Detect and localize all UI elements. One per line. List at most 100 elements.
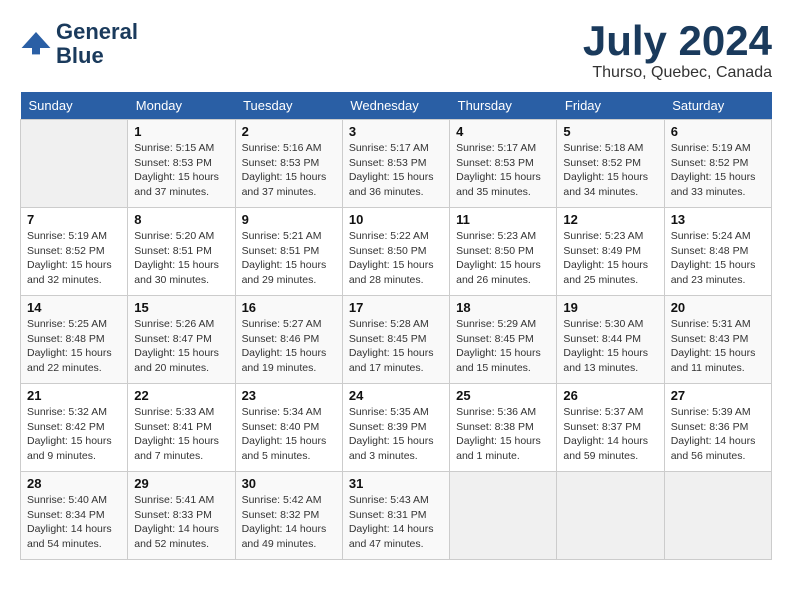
- calendar-cell: 27 Sunrise: 5:39 AM Sunset: 8:36 PM Dayli…: [664, 384, 771, 472]
- day-number: 20: [671, 300, 765, 315]
- calendar-cell: 19Sunrise: 5:30 AM Sunset: 8:44 PM Dayli…: [557, 296, 664, 384]
- logo-icon: [20, 28, 52, 60]
- day-info: Sunrise: 5:25 AM Sunset: 8:48 PM Dayligh…: [27, 317, 121, 376]
- calendar-cell: 22 Sunrise: 5:33 AM Sunset: 8:41 PM Dayli…: [128, 384, 235, 472]
- day-number: 4: [456, 124, 550, 139]
- day-info: Sunrise: 5:17 AM Sunset: 8:53 PM Dayligh…: [349, 141, 443, 200]
- day-number: 24: [349, 388, 443, 403]
- calendar-cell: 7 Sunrise: 5:19 AM Sunset: 8:52 PM Daylig…: [21, 208, 128, 296]
- title-block: July 2024 Thurso, Quebec, Canada: [583, 20, 772, 82]
- day-info: Sunrise: 5:36 AM Sunset: 8:38 PM Dayligh…: [456, 405, 550, 464]
- column-header-sunday: Sunday: [21, 92, 128, 120]
- day-number: 1: [134, 124, 228, 139]
- day-number: 27: [671, 388, 765, 403]
- column-header-thursday: Thursday: [450, 92, 557, 120]
- day-number: 16: [242, 300, 336, 315]
- column-header-saturday: Saturday: [664, 92, 771, 120]
- logo-text: General Blue: [56, 20, 138, 68]
- calendar-cell: 24 Sunrise: 5:35 AM Sunset: 8:39 PM Dayli…: [342, 384, 449, 472]
- day-number: 17: [349, 300, 443, 315]
- day-number: 5: [563, 124, 657, 139]
- day-number: 6: [671, 124, 765, 139]
- day-info: Sunrise: 5:33 AM Sunset: 8:41 PM Dayligh…: [134, 405, 228, 464]
- day-info: Sunrise: 5:28 AM Sunset: 8:45 PM Dayligh…: [349, 317, 443, 376]
- day-number: 29: [134, 476, 228, 491]
- calendar-cell: 17 Sunrise: 5:28 AM Sunset: 8:45 PM Dayli…: [342, 296, 449, 384]
- location: Thurso, Quebec, Canada: [583, 64, 772, 82]
- calendar-cell: 29 Sunrise: 5:41 AM Sunset: 8:33 PM Dayli…: [128, 472, 235, 560]
- day-number: 22: [134, 388, 228, 403]
- day-info: Sunrise: 5:15 AM Sunset: 8:53 PM Dayligh…: [134, 141, 228, 200]
- day-info: Sunrise: 5:37 AM Sunset: 8:37 PM Dayligh…: [563, 405, 657, 464]
- day-number: 28: [27, 476, 121, 491]
- calendar-cell: 12Sunrise: 5:23 AM Sunset: 8:49 PM Dayli…: [557, 208, 664, 296]
- day-info: Sunrise: 5:29 AM Sunset: 8:45 PM Dayligh…: [456, 317, 550, 376]
- day-number: 15: [134, 300, 228, 315]
- day-info: Sunrise: 5:39 AM Sunset: 8:36 PM Dayligh…: [671, 405, 765, 464]
- day-info: Sunrise: 5:18 AM Sunset: 8:52 PM Dayligh…: [563, 141, 657, 200]
- calendar-cell: 20 Sunrise: 5:31 AM Sunset: 8:43 PM Dayli…: [664, 296, 771, 384]
- day-info: Sunrise: 5:40 AM Sunset: 8:34 PM Dayligh…: [27, 493, 121, 552]
- calendar-cell: 28 Sunrise: 5:40 AM Sunset: 8:34 PM Dayli…: [21, 472, 128, 560]
- calendar-cell: 30 Sunrise: 5:42 AM Sunset: 8:32 PM Dayli…: [235, 472, 342, 560]
- calendar-cell: 6 Sunrise: 5:19 AM Sunset: 8:52 PM Daylig…: [664, 120, 771, 208]
- day-number: 9: [242, 212, 336, 227]
- day-info: Sunrise: 5:31 AM Sunset: 8:43 PM Dayligh…: [671, 317, 765, 376]
- day-number: 14: [27, 300, 121, 315]
- calendar-table: SundayMondayTuesdayWednesdayThursdayFrid…: [20, 92, 772, 560]
- day-info: Sunrise: 5:34 AM Sunset: 8:40 PM Dayligh…: [242, 405, 336, 464]
- day-number: 19: [563, 300, 657, 315]
- month-title: July 2024: [583, 20, 772, 62]
- day-number: 11: [456, 212, 550, 227]
- day-info: Sunrise: 5:19 AM Sunset: 8:52 PM Dayligh…: [671, 141, 765, 200]
- calendar-cell: 4 Sunrise: 5:17 AM Sunset: 8:53 PM Daylig…: [450, 120, 557, 208]
- calendar-cell: 11 Sunrise: 5:23 AM Sunset: 8:50 PM Dayli…: [450, 208, 557, 296]
- day-number: 31: [349, 476, 443, 491]
- calendar-cell: [21, 120, 128, 208]
- calendar-cell: 16Sunrise: 5:27 AM Sunset: 8:46 PM Dayli…: [235, 296, 342, 384]
- day-info: Sunrise: 5:26 AM Sunset: 8:47 PM Dayligh…: [134, 317, 228, 376]
- day-info: Sunrise: 5:17 AM Sunset: 8:53 PM Dayligh…: [456, 141, 550, 200]
- calendar-cell: [450, 472, 557, 560]
- column-header-tuesday: Tuesday: [235, 92, 342, 120]
- column-header-wednesday: Wednesday: [342, 92, 449, 120]
- calendar-cell: [664, 472, 771, 560]
- day-info: Sunrise: 5:42 AM Sunset: 8:32 PM Dayligh…: [242, 493, 336, 552]
- calendar-cell: 26 Sunrise: 5:37 AM Sunset: 8:37 PM Dayli…: [557, 384, 664, 472]
- day-info: Sunrise: 5:23 AM Sunset: 8:49 PM Dayligh…: [563, 229, 657, 288]
- calendar-cell: 18Sunrise: 5:29 AM Sunset: 8:45 PM Dayli…: [450, 296, 557, 384]
- day-number: 13: [671, 212, 765, 227]
- day-info: Sunrise: 5:21 AM Sunset: 8:51 PM Dayligh…: [242, 229, 336, 288]
- day-info: Sunrise: 5:43 AM Sunset: 8:31 PM Dayligh…: [349, 493, 443, 552]
- day-number: 26: [563, 388, 657, 403]
- day-info: Sunrise: 5:22 AM Sunset: 8:50 PM Dayligh…: [349, 229, 443, 288]
- day-info: Sunrise: 5:32 AM Sunset: 8:42 PM Dayligh…: [27, 405, 121, 464]
- column-header-friday: Friday: [557, 92, 664, 120]
- calendar-cell: 1 Sunrise: 5:15 AM Sunset: 8:53 PM Daylig…: [128, 120, 235, 208]
- day-number: 7: [27, 212, 121, 227]
- calendar-cell: 3Sunrise: 5:17 AM Sunset: 8:53 PM Daylig…: [342, 120, 449, 208]
- calendar-cell: 5 Sunrise: 5:18 AM Sunset: 8:52 PM Daylig…: [557, 120, 664, 208]
- day-info: Sunrise: 5:23 AM Sunset: 8:50 PM Dayligh…: [456, 229, 550, 288]
- day-info: Sunrise: 5:41 AM Sunset: 8:33 PM Dayligh…: [134, 493, 228, 552]
- calendar-cell: 21 Sunrise: 5:32 AM Sunset: 8:42 PM Dayli…: [21, 384, 128, 472]
- day-info: Sunrise: 5:19 AM Sunset: 8:52 PM Dayligh…: [27, 229, 121, 288]
- calendar-cell: 25Sunrise: 5:36 AM Sunset: 8:38 PM Dayli…: [450, 384, 557, 472]
- day-number: 8: [134, 212, 228, 227]
- day-info: Sunrise: 5:16 AM Sunset: 8:53 PM Dayligh…: [242, 141, 336, 200]
- calendar-cell: 23 Sunrise: 5:34 AM Sunset: 8:40 PM Dayli…: [235, 384, 342, 472]
- calendar-cell: 13Sunrise: 5:24 AM Sunset: 8:48 PM Dayli…: [664, 208, 771, 296]
- day-number: 23: [242, 388, 336, 403]
- day-number: 2: [242, 124, 336, 139]
- calendar-cell: 9 Sunrise: 5:21 AM Sunset: 8:51 PM Daylig…: [235, 208, 342, 296]
- column-header-monday: Monday: [128, 92, 235, 120]
- day-number: 21: [27, 388, 121, 403]
- calendar-cell: 15 Sunrise: 5:26 AM Sunset: 8:47 PM Dayli…: [128, 296, 235, 384]
- day-number: 30: [242, 476, 336, 491]
- day-number: 10: [349, 212, 443, 227]
- page-header: General Blue July 2024 Thurso, Quebec, C…: [20, 20, 772, 82]
- calendar-cell: 2 Sunrise: 5:16 AM Sunset: 8:53 PM Daylig…: [235, 120, 342, 208]
- calendar-cell: 8Sunrise: 5:20 AM Sunset: 8:51 PM Daylig…: [128, 208, 235, 296]
- calendar-cell: 14 Sunrise: 5:25 AM Sunset: 8:48 PM Dayli…: [21, 296, 128, 384]
- day-info: Sunrise: 5:35 AM Sunset: 8:39 PM Dayligh…: [349, 405, 443, 464]
